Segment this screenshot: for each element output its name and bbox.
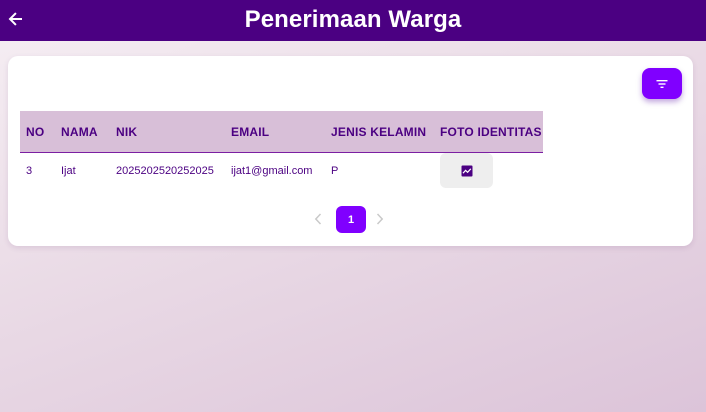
warga-table: NO NAMA NIK EMAIL JENIS KELAMIN FOTO IDE…: [20, 111, 543, 191]
app-bar: Penerimaan Warga: [0, 0, 706, 41]
column-header-foto-identitas: FOTO IDENTITAS: [440, 125, 542, 139]
filter-icon: [656, 79, 668, 88]
chevron-right-icon: [376, 213, 384, 225]
cell-jenis-kelamin: P: [331, 165, 339, 177]
content-card: NO NAMA NIK EMAIL JENIS KELAMIN FOTO IDE…: [8, 56, 693, 246]
column-header-nama: NAMA: [61, 125, 98, 139]
table-row: 3 Ijat 2025202520252025 ijat1@gmail.com …: [20, 153, 543, 191]
pagination: 1: [8, 206, 693, 233]
page-title: Penerimaan Warga: [244, 6, 462, 33]
column-header-email: EMAIL: [231, 125, 270, 139]
cell-email: ijat1@gmail.com: [231, 165, 313, 177]
image-icon: [461, 165, 472, 176]
chevron-left-icon: [314, 213, 322, 225]
cell-nama: Ijat: [61, 165, 76, 177]
filter-button[interactable]: [642, 68, 682, 99]
column-header-jenis-kelamin: JENIS KELAMIN: [331, 125, 427, 139]
table-header: NO NAMA NIK EMAIL JENIS KELAMIN FOTO IDE…: [20, 111, 543, 153]
cell-no: 3: [26, 165, 33, 177]
previous-page-button[interactable]: [311, 212, 325, 226]
column-header-nik: NIK: [116, 125, 138, 139]
view-photo-button[interactable]: [440, 153, 493, 188]
page-button-current[interactable]: 1: [336, 206, 366, 233]
column-header-no: NO: [26, 125, 45, 139]
cell-nik: 2025202520252025: [116, 165, 214, 177]
next-page-button[interactable]: [373, 212, 387, 226]
